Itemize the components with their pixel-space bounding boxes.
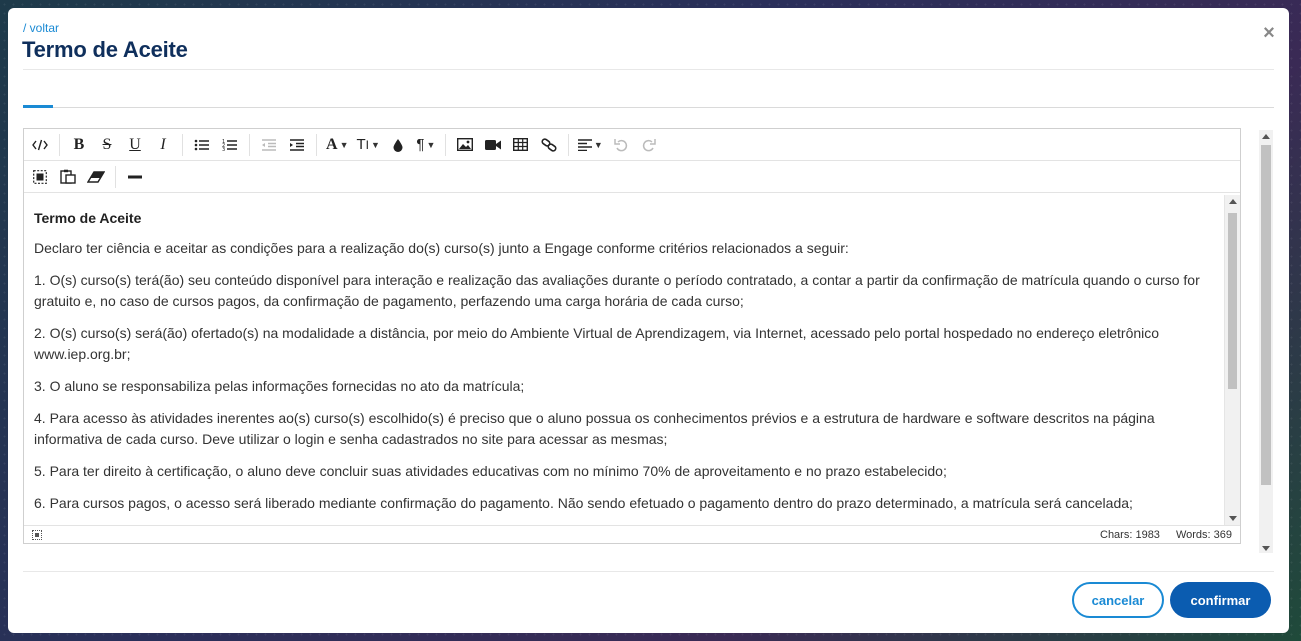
- toolbar-separator: [567, 133, 569, 156]
- undo-icon[interactable]: [607, 131, 635, 159]
- toolbar-separator: [444, 133, 446, 156]
- divider: [23, 571, 1274, 572]
- editor-content[interactable]: Termo de Aceite Declaro ter ciência e ac…: [24, 195, 1223, 525]
- char-count: Chars: 1983: [1100, 528, 1160, 541]
- close-icon[interactable]: ×: [1260, 23, 1278, 43]
- document-paragraph: 5. Para ter direito à certificação, o al…: [34, 463, 947, 479]
- scroll-up-arrow-icon[interactable]: [1229, 199, 1237, 204]
- code-view-icon[interactable]: [26, 131, 54, 159]
- modal-scrollbar-thumb[interactable]: [1261, 145, 1271, 485]
- word-count: Words: 369: [1175, 528, 1232, 541]
- insert-image-icon[interactable]: [451, 131, 479, 159]
- scroll-down-arrow-icon[interactable]: [1262, 546, 1270, 551]
- bold-icon[interactable]: B: [65, 131, 93, 159]
- editor-toolbar-row-2: [24, 161, 1240, 193]
- horizontal-rule-icon[interactable]: [121, 163, 149, 191]
- toolbar-separator: [182, 133, 183, 156]
- toolbar-separator: [249, 133, 250, 156]
- document-paragraph: 1. O(s) curso(s) terá(ão) seu conteúdo d…: [34, 272, 1200, 309]
- clear-formatting-icon[interactable]: [82, 163, 110, 191]
- document-paragraph: 3. O aluno se responsabiliza pelas infor…: [34, 378, 525, 394]
- font-size-icon[interactable]: T I ▼: [352, 131, 383, 159]
- strikethrough-icon[interactable]: S: [93, 131, 121, 159]
- document-paragraph: Declaro ter ciência e aceitar as condiçõ…: [34, 240, 849, 256]
- underline-icon[interactable]: U: [121, 131, 149, 159]
- italic-icon[interactable]: I: [149, 131, 177, 159]
- indent-icon[interactable]: [283, 131, 311, 159]
- tab-bar: [23, 107, 1274, 108]
- document-title: Termo de Aceite: [34, 210, 142, 226]
- insert-table-icon[interactable]: [507, 131, 535, 159]
- paragraph-format-icon[interactable]: ¶ ▼: [412, 131, 440, 159]
- select-all-icon[interactable]: [32, 530, 42, 540]
- rich-text-editor: B S U I 123 A ▼ T I ▼ ¶ ▼ ▼ Termo de Ace…: [23, 128, 1241, 544]
- redo-icon[interactable]: [635, 131, 663, 159]
- bullet-list-icon[interactable]: [188, 131, 216, 159]
- svg-text:3: 3: [222, 147, 225, 152]
- toolbar-separator: [316, 133, 317, 156]
- text-color-icon[interactable]: [384, 131, 412, 159]
- toolbar-separator: [59, 133, 60, 156]
- select-all-icon[interactable]: [26, 163, 54, 191]
- outdent-icon[interactable]: [255, 131, 283, 159]
- editor-scrollbar[interactable]: [1224, 195, 1240, 525]
- editor-scrollbar-thumb[interactable]: [1228, 213, 1237, 389]
- document-paragraph: 4. Para acesso às atividades inerentes a…: [34, 410, 1155, 447]
- confirm-button[interactable]: confirmar: [1170, 582, 1271, 618]
- modal-title: Termo de Aceite: [22, 37, 188, 62]
- scroll-up-arrow-icon[interactable]: [1262, 134, 1270, 139]
- modal-scrollbar[interactable]: [1259, 130, 1273, 553]
- editor-toolbar-row-1: B S U I 123 A ▼ T I ▼ ¶ ▼ ▼: [24, 129, 1240, 161]
- insert-video-icon[interactable]: [479, 131, 507, 159]
- cancel-button[interactable]: cancelar: [1072, 582, 1164, 618]
- document-paragraph: 2. O(s) curso(s) será(ão) ofertado(s) na…: [34, 325, 1160, 362]
- toolbar-separator: [115, 165, 116, 188]
- back-link[interactable]: / voltar: [23, 21, 59, 35]
- insert-link-icon[interactable]: [535, 131, 563, 159]
- numbered-list-icon[interactable]: 123: [216, 131, 244, 159]
- document-paragraph: 6. Para cursos pagos, o acesso será libe…: [34, 495, 1133, 511]
- editor-status-bar: Chars: 1983 Words: 369: [24, 525, 1240, 543]
- font-family-icon[interactable]: A ▼: [322, 131, 352, 159]
- scroll-down-arrow-icon[interactable]: [1229, 516, 1237, 521]
- divider: [23, 69, 1274, 70]
- terms-modal: / voltar Termo de Aceite × B S U I 123 A…: [8, 8, 1289, 633]
- align-icon[interactable]: ▼: [574, 131, 607, 159]
- tab-active-indicator[interactable]: [23, 105, 53, 108]
- paste-plain-icon[interactable]: [54, 163, 82, 191]
